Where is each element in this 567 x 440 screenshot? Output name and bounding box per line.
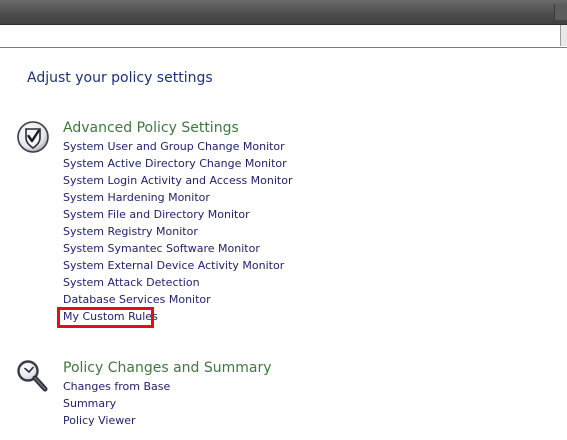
- link-system-attack-detection[interactable]: System Attack Detection: [63, 274, 292, 291]
- magnifier-icon: [17, 360, 48, 392]
- link-policy-viewer[interactable]: Policy Viewer: [63, 412, 170, 429]
- advanced-policy-links: System User and Group Change Monitor Sys…: [63, 138, 292, 325]
- address-bar-edge: [560, 25, 567, 46]
- link-system-hardening-monitor[interactable]: System Hardening Monitor: [63, 189, 292, 206]
- link-system-file-directory-monitor[interactable]: System File and Directory Monitor: [63, 206, 292, 223]
- link-summary[interactable]: Summary: [63, 395, 170, 412]
- link-changes-from-base[interactable]: Changes from Base: [63, 378, 170, 395]
- policy-changes-links: Changes from Base Summary Policy Viewer: [63, 378, 170, 429]
- highlight-box-my-custom-rules: [57, 307, 154, 328]
- link-system-symantec-software-monitor[interactable]: System Symantec Software Monitor: [63, 240, 292, 257]
- section-heading-policy-changes-summary: Policy Changes and Summary: [63, 360, 272, 376]
- window-titlebar: [0, 0, 567, 25]
- titlebar-corner-button[interactable]: [554, 4, 567, 20]
- section-heading-advanced-policy-settings: Advanced Policy Settings: [63, 120, 239, 136]
- link-system-user-group-change-monitor[interactable]: System User and Group Change Monitor: [63, 138, 292, 155]
- page-title: Adjust your policy settings: [27, 70, 213, 86]
- link-system-registry-monitor[interactable]: System Registry Monitor: [63, 223, 292, 240]
- link-system-active-directory-change-monitor[interactable]: System Active Directory Change Monitor: [63, 155, 292, 172]
- link-system-external-device-activity-monitor[interactable]: System External Device Activity Monitor: [63, 257, 292, 274]
- link-system-login-activity-access-monitor[interactable]: System Login Activity and Access Monitor: [63, 172, 292, 189]
- address-bar[interactable]: [0, 25, 567, 48]
- policy-shield-icon: [17, 121, 49, 153]
- link-database-services-monitor[interactable]: Database Services Monitor: [63, 291, 292, 308]
